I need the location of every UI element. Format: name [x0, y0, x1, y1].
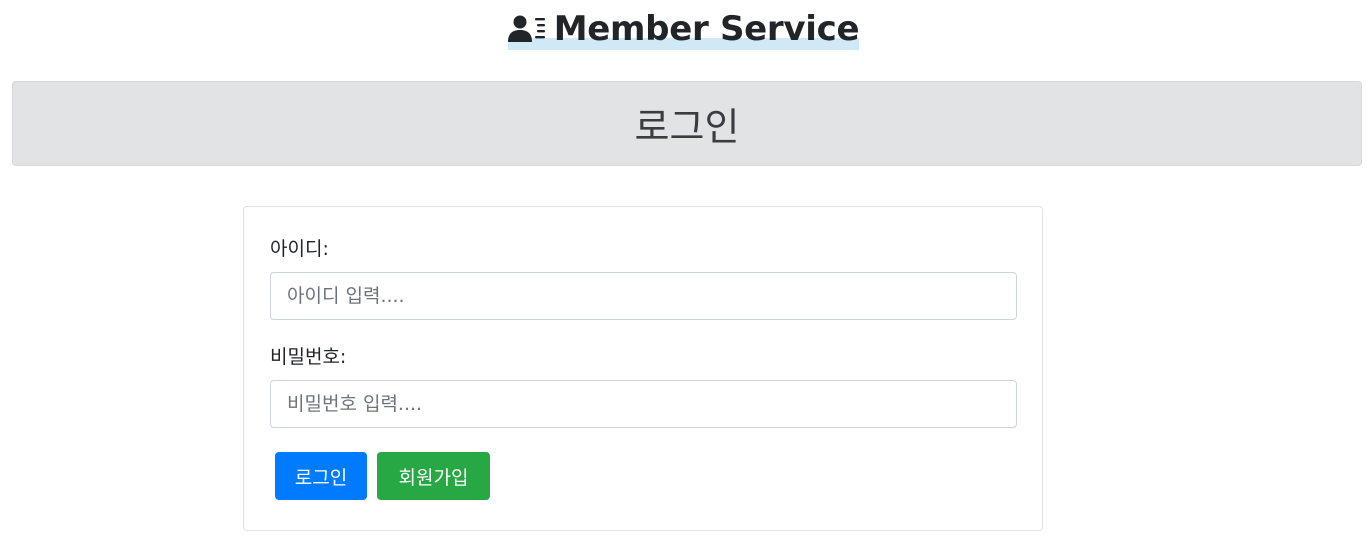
id-label: 아이디: [270, 238, 329, 260]
login-button[interactable]: 로그인 [275, 452, 367, 500]
app-title: Member Service [553, 9, 860, 49]
app-header: Member Service [0, 8, 1367, 50]
password-label: 비밀번호: [270, 346, 347, 368]
page-title: 로그인 [634, 105, 740, 149]
signup-button[interactable]: 회원가입 [377, 452, 490, 500]
brand: Member Service [507, 8, 860, 50]
user-list-icon [507, 15, 545, 42]
id-input[interactable] [270, 272, 1017, 320]
page-banner: 로그인 [12, 81, 1362, 166]
password-input[interactable] [270, 380, 1017, 428]
login-form-card: 아이디: 비밀번호: 로그인 회원가입 [243, 206, 1043, 531]
